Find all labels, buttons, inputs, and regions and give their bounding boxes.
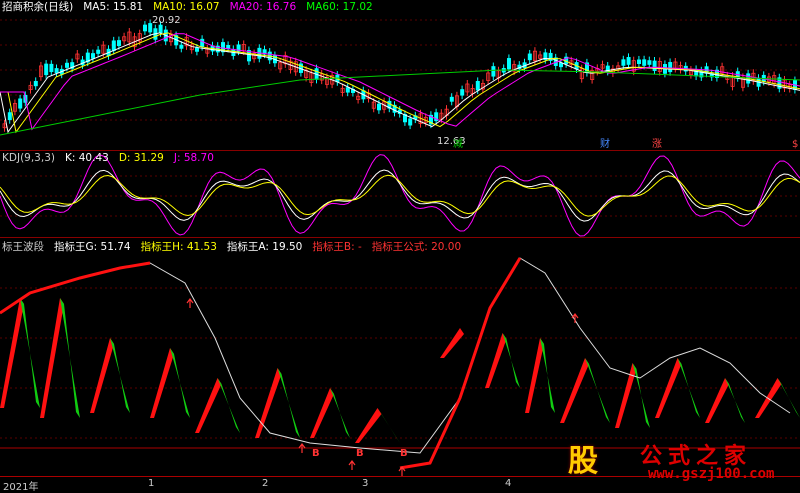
- candle-body: [50, 64, 53, 71]
- kdj-title[interactable]: KDJ(9,3,3): [2, 151, 55, 165]
- candle-body: [622, 60, 625, 66]
- candle-body: [643, 60, 646, 66]
- candle-body: [409, 119, 412, 125]
- wave-a-label: 指标王A: 19.50: [227, 240, 302, 254]
- ma60-label: MA60: 17.02: [306, 0, 373, 14]
- candle-body: [450, 97, 453, 101]
- buy-signal: B: [400, 448, 408, 459]
- wave-band-rising: [90, 338, 114, 413]
- wave-band-rising: [560, 358, 589, 423]
- wave-band-rising: [255, 368, 282, 438]
- candle-body: [55, 69, 58, 73]
- wave-band-falling: [60, 298, 80, 418]
- wave-formula-label: 指标王公式: 20.00: [372, 240, 461, 254]
- candle-body: [653, 61, 656, 71]
- candle-body: [45, 64, 48, 75]
- wave-band-falling: [110, 338, 130, 413]
- candle-body: [159, 25, 162, 33]
- candle-body: [227, 45, 230, 48]
- candle-body: [34, 81, 37, 85]
- wave-band-falling: [725, 378, 745, 423]
- wave-band-falling: [278, 368, 301, 438]
- wave-title[interactable]: 标王波段: [2, 240, 44, 254]
- kdj-header: KDJ(9,3,3) K: 40.43 D: 31.29 J: 58.70: [0, 151, 214, 165]
- wave-header: 标王波段 指标王G: 51.74 指标王H: 41.53 指标王A: 19.50…: [0, 240, 461, 254]
- wave-band-falling: [330, 388, 350, 438]
- wave-band-falling: [540, 338, 555, 413]
- axis-label-month: 3: [362, 478, 368, 489]
- up-arrow: [349, 461, 355, 470]
- price-header: 招商积余(日线) MA5: 15.81 MA10: 16.07 MA20: 16…: [0, 0, 373, 14]
- ma10-label: MA10: 16.07: [153, 0, 220, 14]
- candle-body: [180, 45, 183, 48]
- candle-body: [669, 62, 672, 71]
- candle-body: [648, 61, 651, 65]
- watermark-glyph: 股: [568, 436, 598, 480]
- candle-body: [8, 113, 11, 120]
- price-panel: 招商积余(日线) MA5: 15.81 MA10: 16.07 MA20: 16…: [0, 0, 800, 150]
- price-chart: [0, 0, 800, 150]
- ma5-label: MA5: 15.81: [83, 0, 143, 14]
- watermark-logo: 股 公式之家 www.gszj100.com: [560, 436, 800, 491]
- wave-band-rising: [525, 338, 544, 413]
- wave-band-falling: [218, 378, 241, 433]
- candle-body: [201, 39, 204, 46]
- candle-body: [195, 48, 198, 51]
- kdj-d-label: D: 31.29: [119, 151, 164, 165]
- candle-body: [461, 90, 464, 96]
- up-arrow: [572, 314, 578, 323]
- candle-body: [637, 60, 640, 64]
- wave-band-falling: [585, 358, 610, 423]
- candle-body: [346, 88, 349, 93]
- buy-signal: B: [312, 448, 320, 459]
- candle-body: [65, 63, 68, 67]
- watermark-url: www.gszj100.com: [648, 466, 774, 482]
- candle-body: [143, 25, 146, 31]
- kdj-k-label: K: 40.43: [65, 151, 109, 165]
- candle-body: [97, 50, 100, 53]
- candle-body: [507, 58, 510, 68]
- candle-body: [377, 104, 380, 110]
- up-arrow: [187, 299, 193, 308]
- candle-body: [476, 81, 479, 90]
- high-price-label: 20.92: [152, 15, 181, 26]
- candle-body: [528, 54, 531, 60]
- wave-band-rising: [195, 378, 222, 433]
- wave-band-falling: [503, 333, 521, 388]
- wave-band-rising: [0, 298, 24, 408]
- axis-label-month: 1: [148, 478, 154, 489]
- candle-body: [19, 99, 22, 108]
- buy-signal: B: [356, 448, 364, 459]
- kdj-panel: KDJ(9,3,3) K: 40.43 D: 31.29 J: 58.70: [0, 150, 800, 238]
- kdj-j-label: J: 58.70: [174, 151, 214, 165]
- wave-band-rising: [485, 333, 507, 388]
- stock-title[interactable]: 招商积余(日线): [2, 0, 73, 14]
- candle-body: [627, 57, 630, 64]
- axis-label-month: 2: [262, 478, 268, 489]
- candle-body: [117, 41, 120, 46]
- candle-body: [91, 54, 94, 59]
- wave-g-label: 指标王G: 51.74: [54, 240, 131, 254]
- wave-b-label: 指标王B: -: [312, 240, 361, 254]
- axis-label-month: 4: [505, 478, 511, 489]
- kdj-j-line: [0, 155, 800, 236]
- wave-band-falling: [170, 348, 190, 418]
- candle-body: [492, 67, 495, 77]
- wave-band-rising: [705, 378, 729, 423]
- wave-h-label: 指标王H: 41.53: [141, 240, 217, 254]
- wave-band-rising: [355, 408, 382, 443]
- ma20-label: MA20: 16.76: [230, 0, 297, 14]
- wave-band-falling: [20, 298, 40, 408]
- wave-trend-up: [400, 258, 520, 468]
- wave-trend-line: [0, 258, 790, 453]
- wave-band-rising: [40, 298, 64, 418]
- wave-band-rising: [310, 388, 334, 438]
- candle-body: [112, 41, 115, 51]
- wave-band-rising: [655, 358, 682, 418]
- wave-band-rising: [440, 328, 464, 358]
- wave-band-rising: [150, 348, 174, 418]
